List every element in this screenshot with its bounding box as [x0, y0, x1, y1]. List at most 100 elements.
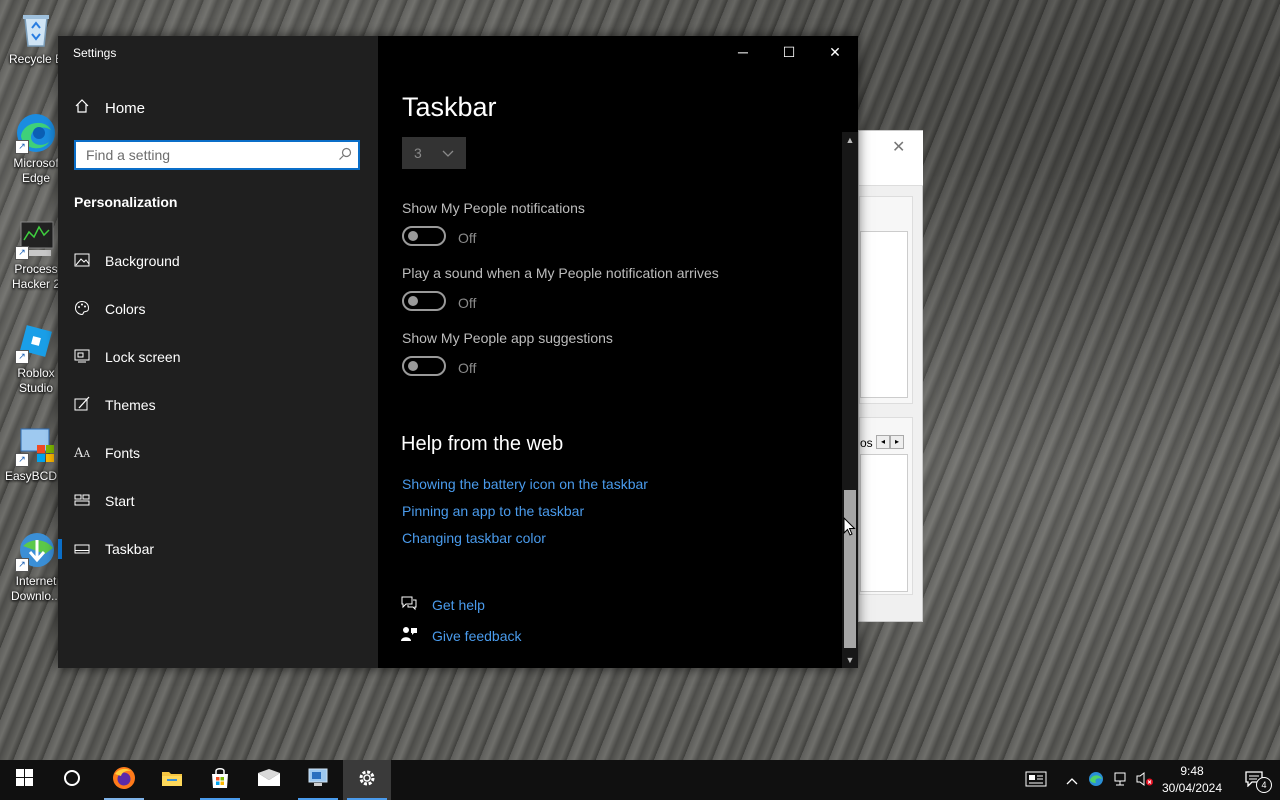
taskbar-dropdown[interactable]: 3	[402, 137, 466, 169]
dialog-scroll-arrows[interactable]: ◂ ▸	[876, 435, 904, 449]
easybcd-icon: ↗	[15, 425, 57, 467]
recycle-bin-icon	[15, 8, 57, 50]
window-title: Settings	[73, 46, 117, 60]
arrow-left-icon[interactable]: ◂	[876, 435, 890, 449]
background-dialog[interactable]: ✕ os ◂ ▸	[858, 130, 923, 622]
search-box[interactable]	[74, 140, 360, 170]
network-icon	[1112, 771, 1128, 790]
settings-window: Settings Home Personalization Background	[58, 36, 858, 668]
toggle-state: Off	[458, 230, 477, 246]
gear-icon	[357, 768, 377, 793]
roblox-studio-icon: ↗	[15, 322, 57, 364]
content-scrollbar[interactable]: ▲ ▼	[842, 132, 858, 668]
feedback-icon	[400, 626, 418, 646]
taskbar-app-store[interactable]	[196, 760, 244, 800]
dialog-list[interactable]	[860, 454, 908, 592]
scroll-up-icon[interactable]: ▲	[842, 132, 858, 148]
process-hacker-icon: ↗	[15, 218, 57, 260]
give-feedback-link[interactable]: Give feedback	[400, 626, 522, 646]
windows-icon	[15, 769, 33, 791]
lock-screen-icon	[73, 349, 91, 366]
help-link-battery-icon[interactable]: Showing the battery icon on the taskbar	[402, 476, 648, 492]
taskbar-app-file-explorer[interactable]	[148, 760, 196, 800]
shortcut-arrow-icon: ↗	[15, 453, 29, 467]
help-link-pinning-app[interactable]: Pinning an app to the taskbar	[402, 503, 584, 519]
sidebar-item-label: Start	[105, 493, 135, 509]
toggle-people-sound[interactable]	[402, 291, 446, 311]
sidebar-home[interactable]: Home	[74, 98, 145, 118]
section-title: Personalization	[74, 194, 178, 210]
search-icon[interactable]	[338, 147, 352, 164]
tray-app-button[interactable]	[1086, 760, 1106, 800]
sidebar: Settings Home Personalization Background	[58, 36, 378, 668]
sidebar-item-colors[interactable]: Colors	[58, 289, 378, 329]
scroll-down-icon[interactable]: ▼	[842, 652, 858, 668]
arrow-right-icon[interactable]: ▸	[890, 435, 904, 449]
dialog-panel: os ◂ ▸	[859, 417, 913, 595]
volume-muted-icon	[1136, 771, 1154, 790]
sidebar-item-start[interactable]: Start	[58, 481, 378, 521]
toggle-state: Off	[458, 295, 477, 311]
get-help-label: Get help	[432, 597, 485, 613]
get-help-icon	[400, 595, 418, 615]
taskbar-app-firefox[interactable]	[100, 760, 148, 800]
clock-date: 30/04/2024	[1161, 781, 1223, 795]
taskbar-clock[interactable]: 9:48 30/04/2024	[1160, 763, 1224, 797]
sidebar-item-lock-screen[interactable]: Lock screen	[58, 337, 378, 377]
action-center-button[interactable]: 4	[1234, 760, 1274, 800]
sidebar-item-label: Colors	[105, 301, 146, 317]
scrollbar-thumb[interactable]	[844, 490, 856, 648]
desktop: Recycle B ↗ Microsof Edge ↗ Process Hack…	[0, 0, 1280, 760]
search-input[interactable]	[84, 146, 338, 164]
tray-volume-button[interactable]	[1134, 760, 1156, 800]
home-label: Home	[105, 99, 146, 117]
toggle-people-app-suggestions[interactable]	[402, 356, 446, 376]
news-icon	[1025, 771, 1047, 790]
dialog-header	[859, 131, 923, 186]
sidebar-item-background[interactable]: Background	[58, 241, 378, 281]
dialog-partial-label: os	[860, 436, 873, 450]
help-link-taskbar-color[interactable]: Changing taskbar color	[402, 530, 546, 546]
cortana-button[interactable]	[48, 760, 96, 800]
shortcut-arrow-icon: ↗	[15, 246, 29, 260]
toggle-knob	[408, 361, 418, 371]
sidebar-item-fonts[interactable]: AA Fonts	[58, 433, 378, 473]
notification-count-badge: 4	[1256, 776, 1272, 793]
get-help-link[interactable]: Get help	[400, 595, 485, 615]
palette-icon	[73, 300, 91, 319]
setting-label: Show My People notifications	[402, 200, 585, 216]
tray-overflow-button[interactable]	[1062, 760, 1082, 800]
toggle-people-notifications[interactable]	[402, 226, 446, 246]
taskbar-app-remote-desktop[interactable]	[294, 760, 342, 800]
shortcut-arrow-icon: ↗	[15, 140, 29, 154]
mouse-cursor-icon	[843, 516, 857, 537]
sidebar-item-themes[interactable]: Themes	[58, 385, 378, 425]
sidebar-item-label: Taskbar	[105, 541, 155, 557]
setting-label: Show My People app suggestions	[402, 330, 613, 346]
tray-news-button[interactable]	[1022, 760, 1050, 800]
edge-tray-icon	[1088, 771, 1104, 790]
themes-icon	[73, 396, 91, 415]
taskbar-app-settings[interactable]	[343, 760, 391, 800]
remote-desktop-icon	[307, 768, 329, 793]
dialog-list[interactable]	[860, 231, 908, 398]
page-title: Taskbar	[402, 92, 497, 122]
shortcut-arrow-icon: ↗	[15, 350, 29, 364]
firefox-icon	[112, 766, 136, 795]
tray-network-button[interactable]	[1110, 760, 1130, 800]
taskbar-app-mail[interactable]	[245, 760, 293, 800]
sidebar-item-label: Themes	[105, 397, 156, 413]
toggle-knob	[408, 296, 418, 306]
toggle-state: Off	[458, 360, 477, 376]
shortcut-arrow-icon: ↗	[15, 558, 29, 572]
edge-icon: ↗	[15, 112, 57, 154]
sidebar-item-taskbar[interactable]: Taskbar	[58, 529, 378, 569]
dialog-close-icon[interactable]: ✕	[892, 137, 905, 157]
content-pane: Taskbar 3 Show My People notifications O…	[378, 36, 842, 668]
cortana-icon	[63, 769, 81, 792]
mail-icon	[257, 768, 281, 792]
setting-label: Play a sound when a My People notificati…	[402, 265, 719, 281]
taskbar: 9:48 30/04/2024 4	[0, 760, 1280, 800]
dropdown-value: 3	[414, 145, 422, 161]
start-button[interactable]	[0, 760, 48, 800]
